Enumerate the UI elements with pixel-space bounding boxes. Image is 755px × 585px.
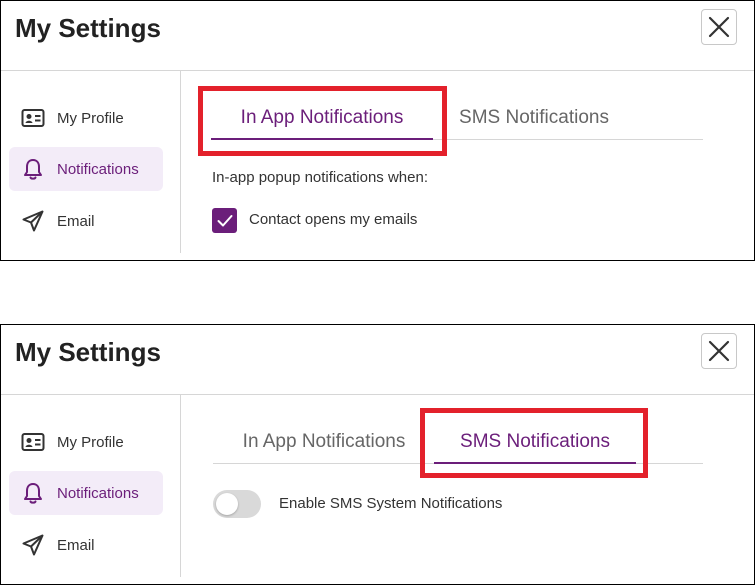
send-icon: [21, 209, 45, 233]
sidebar-item-notifications[interactable]: Notifications: [9, 471, 163, 515]
checkmark-icon: [217, 214, 232, 226]
sidebar-item-label: Email: [57, 212, 95, 230]
bell-icon: [21, 481, 45, 505]
close-button[interactable]: [701, 9, 737, 45]
sidebar-item-my-profile[interactable]: My Profile: [9, 96, 163, 140]
settings-dialog-in-app: My Settings My Profile Notifications Ema…: [0, 0, 755, 261]
sidebar-item-email[interactable]: Email: [9, 199, 163, 243]
dialog-title: My Settings: [15, 13, 161, 43]
sidebar-divider: [180, 395, 181, 577]
close-icon: [708, 340, 730, 362]
sidebar-item-label: Notifications: [57, 484, 139, 502]
section-label: In-app popup notifications when:: [212, 169, 428, 186]
toggle-label: Enable SMS System Notifications: [279, 495, 503, 512]
tab-label: SMS Notifications: [459, 107, 609, 128]
bell-icon: [21, 157, 45, 181]
settings-dialog-sms: My Settings My Profile Notifications Ema…: [0, 324, 755, 585]
toggle-knob: [216, 493, 238, 515]
sidebar-item-label: Notifications: [57, 160, 139, 178]
sidebar-item-label: My Profile: [57, 433, 124, 451]
tab-in-app-notifications[interactable]: In App Notifications: [213, 423, 435, 461]
send-icon: [21, 533, 45, 557]
sidebar-item-label: Email: [57, 536, 95, 554]
highlight-box: [420, 408, 648, 478]
sidebar-item-my-profile[interactable]: My Profile: [9, 420, 163, 464]
close-icon: [708, 16, 730, 38]
header-divider: [1, 394, 754, 395]
sms-notifications-toggle[interactable]: [213, 490, 261, 518]
id-card-icon: [21, 106, 45, 130]
tab-label: In App Notifications: [242, 431, 406, 452]
sidebar-item-email[interactable]: Email: [9, 523, 163, 567]
tab-sms-notifications[interactable]: SMS Notifications: [441, 99, 627, 137]
dialog-title: My Settings: [15, 337, 161, 367]
id-card-icon: [21, 430, 45, 454]
contact-opens-emails-checkbox[interactable]: [212, 208, 237, 233]
sidebar-item-notifications[interactable]: Notifications: [9, 147, 163, 191]
sidebar-item-label: My Profile: [57, 109, 124, 127]
header-divider: [1, 70, 754, 71]
sidebar-divider: [180, 71, 181, 253]
highlight-box: [198, 86, 447, 156]
checkbox-label: Contact opens my emails: [249, 211, 418, 228]
close-button[interactable]: [701, 333, 737, 369]
